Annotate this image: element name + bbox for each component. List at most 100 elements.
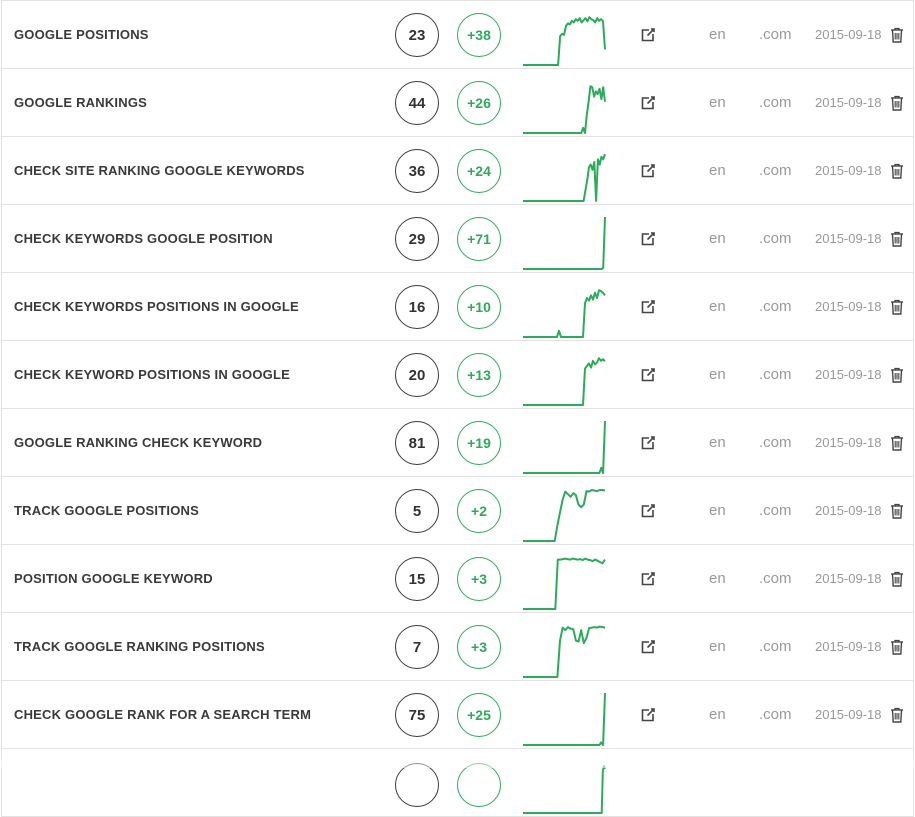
trend-line xyxy=(523,86,605,133)
change-badge xyxy=(457,763,501,807)
change-badge: +24 xyxy=(457,149,501,193)
language-code: en xyxy=(709,681,726,748)
keyword-label[interactable]: CHECK KEYWORDS GOOGLE POSITION xyxy=(14,205,273,272)
domain-tld: .com xyxy=(759,477,792,544)
date-added: 2015-09-18 xyxy=(815,341,882,408)
trend-sparkline xyxy=(522,281,608,341)
domain-tld: .com xyxy=(759,273,792,340)
change-badge: +26 xyxy=(457,81,501,125)
position-badge: 15 xyxy=(395,557,439,601)
trash-icon[interactable] xyxy=(890,367,904,383)
keyword-label[interactable]: TRACK GOOGLE POSITIONS xyxy=(14,477,199,544)
external-link-icon[interactable] xyxy=(639,434,657,452)
change-badge: +3 xyxy=(457,557,501,601)
table-row: GOOGLE RANKING CHECK KEYWORD 81 +19 en .… xyxy=(2,409,913,477)
trash-icon[interactable] xyxy=(890,435,904,451)
external-link-icon[interactable] xyxy=(639,26,657,44)
language-code: en xyxy=(709,477,726,544)
trend-line xyxy=(523,358,605,405)
change-badge: +10 xyxy=(457,285,501,329)
domain-tld: .com xyxy=(759,1,792,68)
trash-icon[interactable] xyxy=(890,231,904,247)
table-row: GOOGLE POSITIONS 23 +38 en .com 2015-09-… xyxy=(2,0,913,69)
language-code: en xyxy=(709,545,726,612)
trash-icon[interactable] xyxy=(890,503,904,519)
table-row xyxy=(2,749,913,817)
language-code: en xyxy=(709,205,726,272)
trend-sparkline xyxy=(522,485,608,545)
trend-sparkline xyxy=(522,9,608,69)
trend-line xyxy=(523,154,605,201)
trash-icon[interactable] xyxy=(890,95,904,111)
external-link-icon[interactable] xyxy=(639,638,657,656)
trend-sparkline xyxy=(522,689,608,749)
language-code: en xyxy=(709,1,726,68)
trend-line xyxy=(523,693,605,745)
trash-icon[interactable] xyxy=(890,27,904,43)
external-link-icon[interactable] xyxy=(639,94,657,112)
trash-icon[interactable] xyxy=(890,707,904,723)
trash-icon[interactable] xyxy=(890,639,904,655)
trash-icon[interactable] xyxy=(890,163,904,179)
keyword-label[interactable]: GOOGLE POSITIONS xyxy=(14,1,149,68)
change-badge: +25 xyxy=(457,693,501,737)
table-row: TRACK GOOGLE RANKING POSITIONS 7 +3 en .… xyxy=(2,613,913,681)
change-badge: +13 xyxy=(457,353,501,397)
keyword-label[interactable]: CHECK KEYWORDS POSITIONS IN GOOGLE xyxy=(14,273,299,340)
table-row: CHECK KEYWORDS POSITIONS IN GOOGLE 16 +1… xyxy=(2,273,913,341)
external-link-icon[interactable] xyxy=(639,366,657,384)
trend-sparkline xyxy=(522,213,608,273)
keyword-label[interactable]: CHECK SITE RANKING GOOGLE KEYWORDS xyxy=(14,137,305,204)
trend-sparkline xyxy=(522,349,608,409)
table-row: CHECK GOOGLE RANK FOR A SEARCH TERM 75 +… xyxy=(2,681,913,749)
date-added: 2015-09-18 xyxy=(815,477,882,544)
trend-line xyxy=(523,17,605,65)
domain-tld: .com xyxy=(759,137,792,204)
external-link-icon[interactable] xyxy=(639,706,657,724)
date-added: 2015-09-18 xyxy=(815,545,882,612)
external-link-icon[interactable] xyxy=(639,298,657,316)
date-added: 2015-09-18 xyxy=(815,205,882,272)
position-badge: 16 xyxy=(395,285,439,329)
keyword-label[interactable]: TRACK GOOGLE RANKING POSITIONS xyxy=(14,613,265,680)
external-link-icon[interactable] xyxy=(639,502,657,520)
keyword-label[interactable]: GOOGLE RANKINGS xyxy=(14,69,147,136)
trash-icon[interactable] xyxy=(890,299,904,315)
change-badge: +19 xyxy=(457,421,501,465)
trend-sparkline xyxy=(522,417,608,477)
keyword-label[interactable]: CHECK KEYWORD POSITIONS IN GOOGLE xyxy=(14,341,290,408)
position-badge: 7 xyxy=(395,625,439,669)
trend-line xyxy=(523,217,605,269)
trash-icon[interactable] xyxy=(890,571,904,587)
position-badge: 5 xyxy=(395,489,439,533)
trend-sparkline xyxy=(522,757,608,817)
external-link-icon[interactable] xyxy=(639,162,657,180)
keyword-label[interactable]: CHECK GOOGLE RANK FOR A SEARCH TERM xyxy=(14,681,311,748)
change-badge: +38 xyxy=(457,13,501,57)
trend-line xyxy=(523,766,605,813)
date-added: 2015-09-18 xyxy=(815,681,882,748)
keyword-table: GOOGLE POSITIONS 23 +38 en .com 2015-09-… xyxy=(1,0,914,817)
position-badge xyxy=(395,763,439,807)
keyword-label[interactable]: POSITION GOOGLE KEYWORD xyxy=(14,545,213,612)
external-link-icon[interactable] xyxy=(639,570,657,588)
date-added: 2015-09-18 xyxy=(815,137,882,204)
table-row: CHECK KEYWORD POSITIONS IN GOOGLE 20 +13… xyxy=(2,341,913,409)
date-added: 2015-09-18 xyxy=(815,409,882,476)
external-link-icon[interactable] xyxy=(639,230,657,248)
trend-line xyxy=(523,627,605,677)
domain-tld: .com xyxy=(759,341,792,408)
language-code: en xyxy=(709,273,726,340)
domain-tld: .com xyxy=(759,681,792,748)
language-code: en xyxy=(709,613,726,680)
position-badge: 81 xyxy=(395,421,439,465)
table-row: POSITION GOOGLE KEYWORD 15 +3 en .com 20… xyxy=(2,545,913,613)
domain-tld: .com xyxy=(759,545,792,612)
trend-line xyxy=(523,490,605,541)
domain-tld: .com xyxy=(759,613,792,680)
position-badge: 36 xyxy=(395,149,439,193)
position-badge: 29 xyxy=(395,217,439,261)
table-row: CHECK SITE RANKING GOOGLE KEYWORDS 36 +2… xyxy=(2,137,913,205)
keyword-label[interactable]: GOOGLE RANKING CHECK KEYWORD xyxy=(14,409,262,476)
change-badge: +3 xyxy=(457,625,501,669)
